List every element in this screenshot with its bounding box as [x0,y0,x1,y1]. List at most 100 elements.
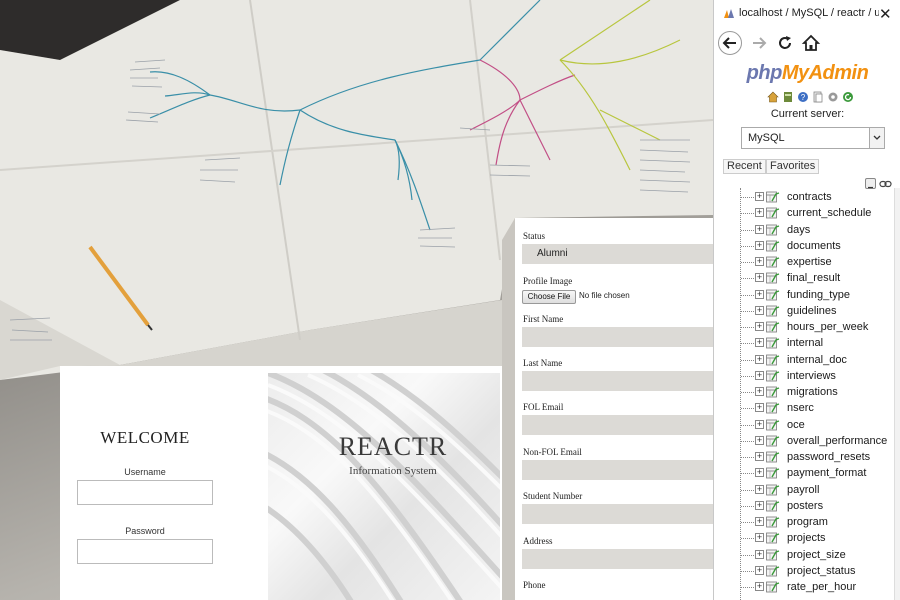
expand-icon[interactable]: + [755,387,764,396]
table-icon[interactable] [766,484,780,496]
table-icon[interactable] [766,370,780,382]
tree-item-table[interactable]: + projects [714,530,894,546]
tree-item-label[interactable]: overall_performance [787,433,887,449]
expand-icon[interactable]: + [755,208,764,218]
expand-icon[interactable]: + [755,257,764,266]
expand-icon[interactable]: + [755,468,764,478]
link-icon[interactable] [879,180,892,188]
tree-item-table[interactable]: + payment_format [714,465,894,481]
expand-icon[interactable]: + [755,273,764,283]
server-select[interactable]: MySQL [741,127,885,149]
tab-favorites[interactable]: Favorites [766,159,820,174]
username-input[interactable] [77,480,213,505]
table-icon[interactable] [766,451,780,463]
tree-item-label[interactable]: nserc [787,400,814,416]
tree-item-table[interactable]: + guidelines [714,303,894,319]
expand-icon[interactable]: + [755,370,764,380]
tree-item-table[interactable]: + funding_type [714,287,894,303]
forward-button[interactable] [747,31,771,55]
tree-item-table[interactable]: + interviews [714,368,894,384]
tree-item-label[interactable]: rate_per_hour [787,579,856,595]
table-icon[interactable] [766,500,780,512]
phpmyadmin-logo[interactable]: phpMyAdmin [714,62,900,85]
table-icon[interactable] [766,516,780,528]
tree-item-label[interactable]: internal [787,335,823,351]
tree-item-label[interactable]: funding_type [787,287,850,303]
tree-item-label[interactable]: migrations [787,384,838,400]
tab-recent[interactable]: Recent [723,159,766,174]
expand-icon[interactable]: + [755,403,764,413]
tree-item-label[interactable]: program [787,514,828,530]
expand-icon[interactable]: + [755,565,764,575]
table-icon[interactable] [766,191,780,203]
help-icon[interactable]: ? [797,91,809,103]
table-icon[interactable] [766,289,780,301]
browser-tab[interactable]: localhost / MySQL / reactr / use ✕ [714,0,900,28]
expand-icon[interactable]: + [755,500,764,510]
tree-item-table[interactable]: + posters [714,498,894,514]
tree-item-table[interactable]: + rate_per_hour [714,579,894,595]
table-icon[interactable] [766,224,780,236]
expand-icon[interactable]: + [755,549,764,559]
expand-icon[interactable]: + [755,289,764,299]
table-icon[interactable] [766,532,780,544]
table-icon[interactable] [766,207,780,219]
expand-icon[interactable]: + [755,322,764,331]
tree-item-table[interactable]: + overall_performance [714,433,894,449]
expand-icon[interactable]: + [755,517,764,526]
tree-item-label[interactable]: days [787,222,810,238]
expand-icon[interactable]: + [755,484,764,494]
table-icon[interactable] [766,402,780,414]
tree-item-table[interactable]: + migrations [714,384,894,400]
home-button[interactable] [799,31,823,55]
tree-item-table[interactable]: + oce [714,417,894,433]
status-select[interactable]: Alumni [522,244,713,264]
docs-icon[interactable] [812,91,824,103]
expand-icon[interactable]: + [755,240,764,250]
table-icon[interactable] [766,321,780,333]
table-icon[interactable] [766,256,780,268]
tree-item-label[interactable]: payment_format [787,465,866,481]
database-icon[interactable] [782,91,794,103]
tree-item-label[interactable]: posters [787,498,823,514]
tree-item-table[interactable]: + days [714,222,894,238]
tree-item-label[interactable]: hours_per_week [787,319,868,335]
tree-item-label[interactable]: interviews [787,368,836,384]
settings-icon[interactable] [827,91,839,103]
tree-item-label[interactable]: current_schedule [787,205,871,221]
expand-icon[interactable]: + [755,419,764,429]
table-icon[interactable] [766,305,780,317]
tree-item-table[interactable]: + internal_doc [714,352,894,368]
choose-file-button[interactable]: Choose File [522,290,576,304]
expand-icon[interactable]: + [755,582,764,591]
chevron-down-icon[interactable] [869,128,884,148]
expand-icon[interactable]: + [755,305,764,315]
table-icon[interactable] [766,240,780,252]
reload-icon[interactable] [842,91,854,103]
tree-item-table[interactable]: + contracts [714,189,894,205]
expand-icon[interactable]: + [755,533,764,543]
tree-item-label[interactable]: contracts [787,189,832,205]
tree-item-table[interactable]: + project_size [714,547,894,563]
tree-scrollbar[interactable] [894,188,900,600]
tree-item-table[interactable]: + final_result [714,270,894,286]
tree-item-label[interactable]: expertise [787,254,832,270]
table-icon[interactable] [766,354,780,366]
tree-item-table[interactable]: + password_resets [714,449,894,465]
table-icon[interactable] [766,386,780,398]
tree-item-label[interactable]: documents [787,238,841,254]
tree-item-table[interactable]: + program [714,514,894,530]
tree-item-label[interactable]: payroll [787,482,819,498]
tree-item-table[interactable]: + payroll [714,482,894,498]
address-input[interactable] [522,549,713,569]
expand-icon[interactable]: + [755,224,764,234]
tree-item-table[interactable]: + expertise [714,254,894,270]
reload-button[interactable] [773,31,797,55]
tree-item-table[interactable]: + documents [714,238,894,254]
table-icon[interactable] [766,565,780,577]
expand-icon[interactable]: + [755,452,764,461]
password-input[interactable] [77,539,213,564]
close-tab-icon[interactable]: ✕ [879,5,892,23]
expand-icon[interactable]: + [755,338,764,348]
tree-item-table[interactable]: + current_schedule [714,205,894,221]
